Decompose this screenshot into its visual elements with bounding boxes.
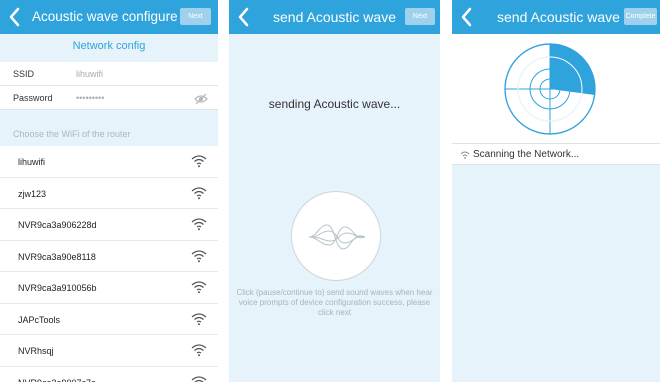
back-button[interactable] xyxy=(458,6,476,28)
wifi-list-item[interactable]: NVRhsqj xyxy=(0,335,218,367)
page-title: send Acoustic wave xyxy=(273,9,396,25)
wifi-name: NVR9ca3a906228d xyxy=(18,220,97,230)
screens: Acoustic wave configure Next Network con… xyxy=(0,0,660,382)
wifi-icon xyxy=(191,343,207,357)
password-label: Password xyxy=(13,93,53,103)
wifi-icon xyxy=(191,280,207,294)
back-button[interactable] xyxy=(6,6,24,28)
wifi-icon xyxy=(191,375,207,382)
loading-icon xyxy=(460,151,470,159)
sound-wave-icon xyxy=(308,224,366,250)
wifi-name: NVR9ca3a9007c7e xyxy=(18,378,96,382)
chevron-left-icon xyxy=(461,7,472,27)
page-title: send Acoustic wave xyxy=(497,9,620,25)
wifi-list-item[interactable]: NVR9ca3a906228d xyxy=(0,209,218,241)
wifi-icon xyxy=(191,249,207,263)
wifi-list-item[interactable]: JAPcTools xyxy=(0,303,218,335)
network-config-screen: Acoustic wave configure Next Network con… xyxy=(0,0,218,382)
top-bar: send Acoustic wave Next xyxy=(229,0,440,34)
radar-icon xyxy=(504,43,596,135)
send-wave-button[interactable] xyxy=(291,191,381,281)
section-title: Network config xyxy=(72,40,146,52)
wifi-list: lihuwifi zjw123 NVR9ca3a906228d NVR9ca3a90e… xyxy=(0,146,218,382)
chevron-left-icon xyxy=(9,7,20,27)
sending-status: sending Acoustic wave... xyxy=(268,97,401,111)
wifi-name: NVR9ca3a90e8118 xyxy=(18,251,96,262)
wifi-icon xyxy=(191,186,207,200)
password-field[interactable]: ••••••••• xyxy=(76,93,104,103)
instruction-text: Click (pause/continue to) send sound wav… xyxy=(236,288,433,317)
password-row[interactable]: Password ••••••••• xyxy=(0,86,218,110)
radar-area xyxy=(452,34,660,143)
ssid-label: SSID xyxy=(13,69,35,79)
scan-status-row: Scanning the Network... xyxy=(452,143,660,165)
wifi-name: NVR9ca3a910056b xyxy=(18,283,97,293)
chevron-left-icon xyxy=(238,7,249,27)
back-button[interactable] xyxy=(235,6,253,28)
wifi-name: NVRhsqj xyxy=(18,346,54,356)
page-title: Acoustic wave configure xyxy=(32,9,178,24)
wifi-list-item[interactable]: zjw123 xyxy=(0,177,218,209)
scan-network-screen: send Acoustic wave Complete Scanning the… xyxy=(452,0,660,382)
complete-button[interactable]: Complete xyxy=(624,8,657,25)
top-bar: send Acoustic wave Complete xyxy=(452,0,660,34)
top-bar: Acoustic wave configure Next xyxy=(0,0,218,34)
next-button[interactable]: Next xyxy=(180,8,211,25)
scan-status-text: Scanning the Network... xyxy=(473,149,580,160)
wifi-icon xyxy=(191,154,207,168)
send-wave-screen: send Acoustic wave Next sending Acoustic… xyxy=(229,0,440,382)
next-button[interactable]: Next xyxy=(405,8,435,25)
wifi-hint: Choose the WiFi of the router xyxy=(13,129,131,139)
wifi-icon xyxy=(191,217,207,231)
wifi-list-item[interactable]: lihuwifi xyxy=(0,146,218,178)
ssid-row[interactable]: SSID lihuwifi xyxy=(0,62,218,86)
wifi-icon xyxy=(191,312,207,326)
wifi-name: JAPcTools xyxy=(18,314,61,325)
wifi-name: lihuwifi xyxy=(18,157,46,167)
wifi-list-item[interactable]: NVR9ca3a910056b xyxy=(0,272,218,304)
wifi-name: zjw123 xyxy=(18,188,47,199)
ssid-field[interactable]: lihuwifi xyxy=(76,69,103,79)
wifi-list-item[interactable]: NVR9ca3a9007c7e xyxy=(0,366,218,382)
eye-icon[interactable] xyxy=(194,92,208,105)
wifi-list-item[interactable]: NVR9ca3a90e8118 xyxy=(0,240,218,272)
